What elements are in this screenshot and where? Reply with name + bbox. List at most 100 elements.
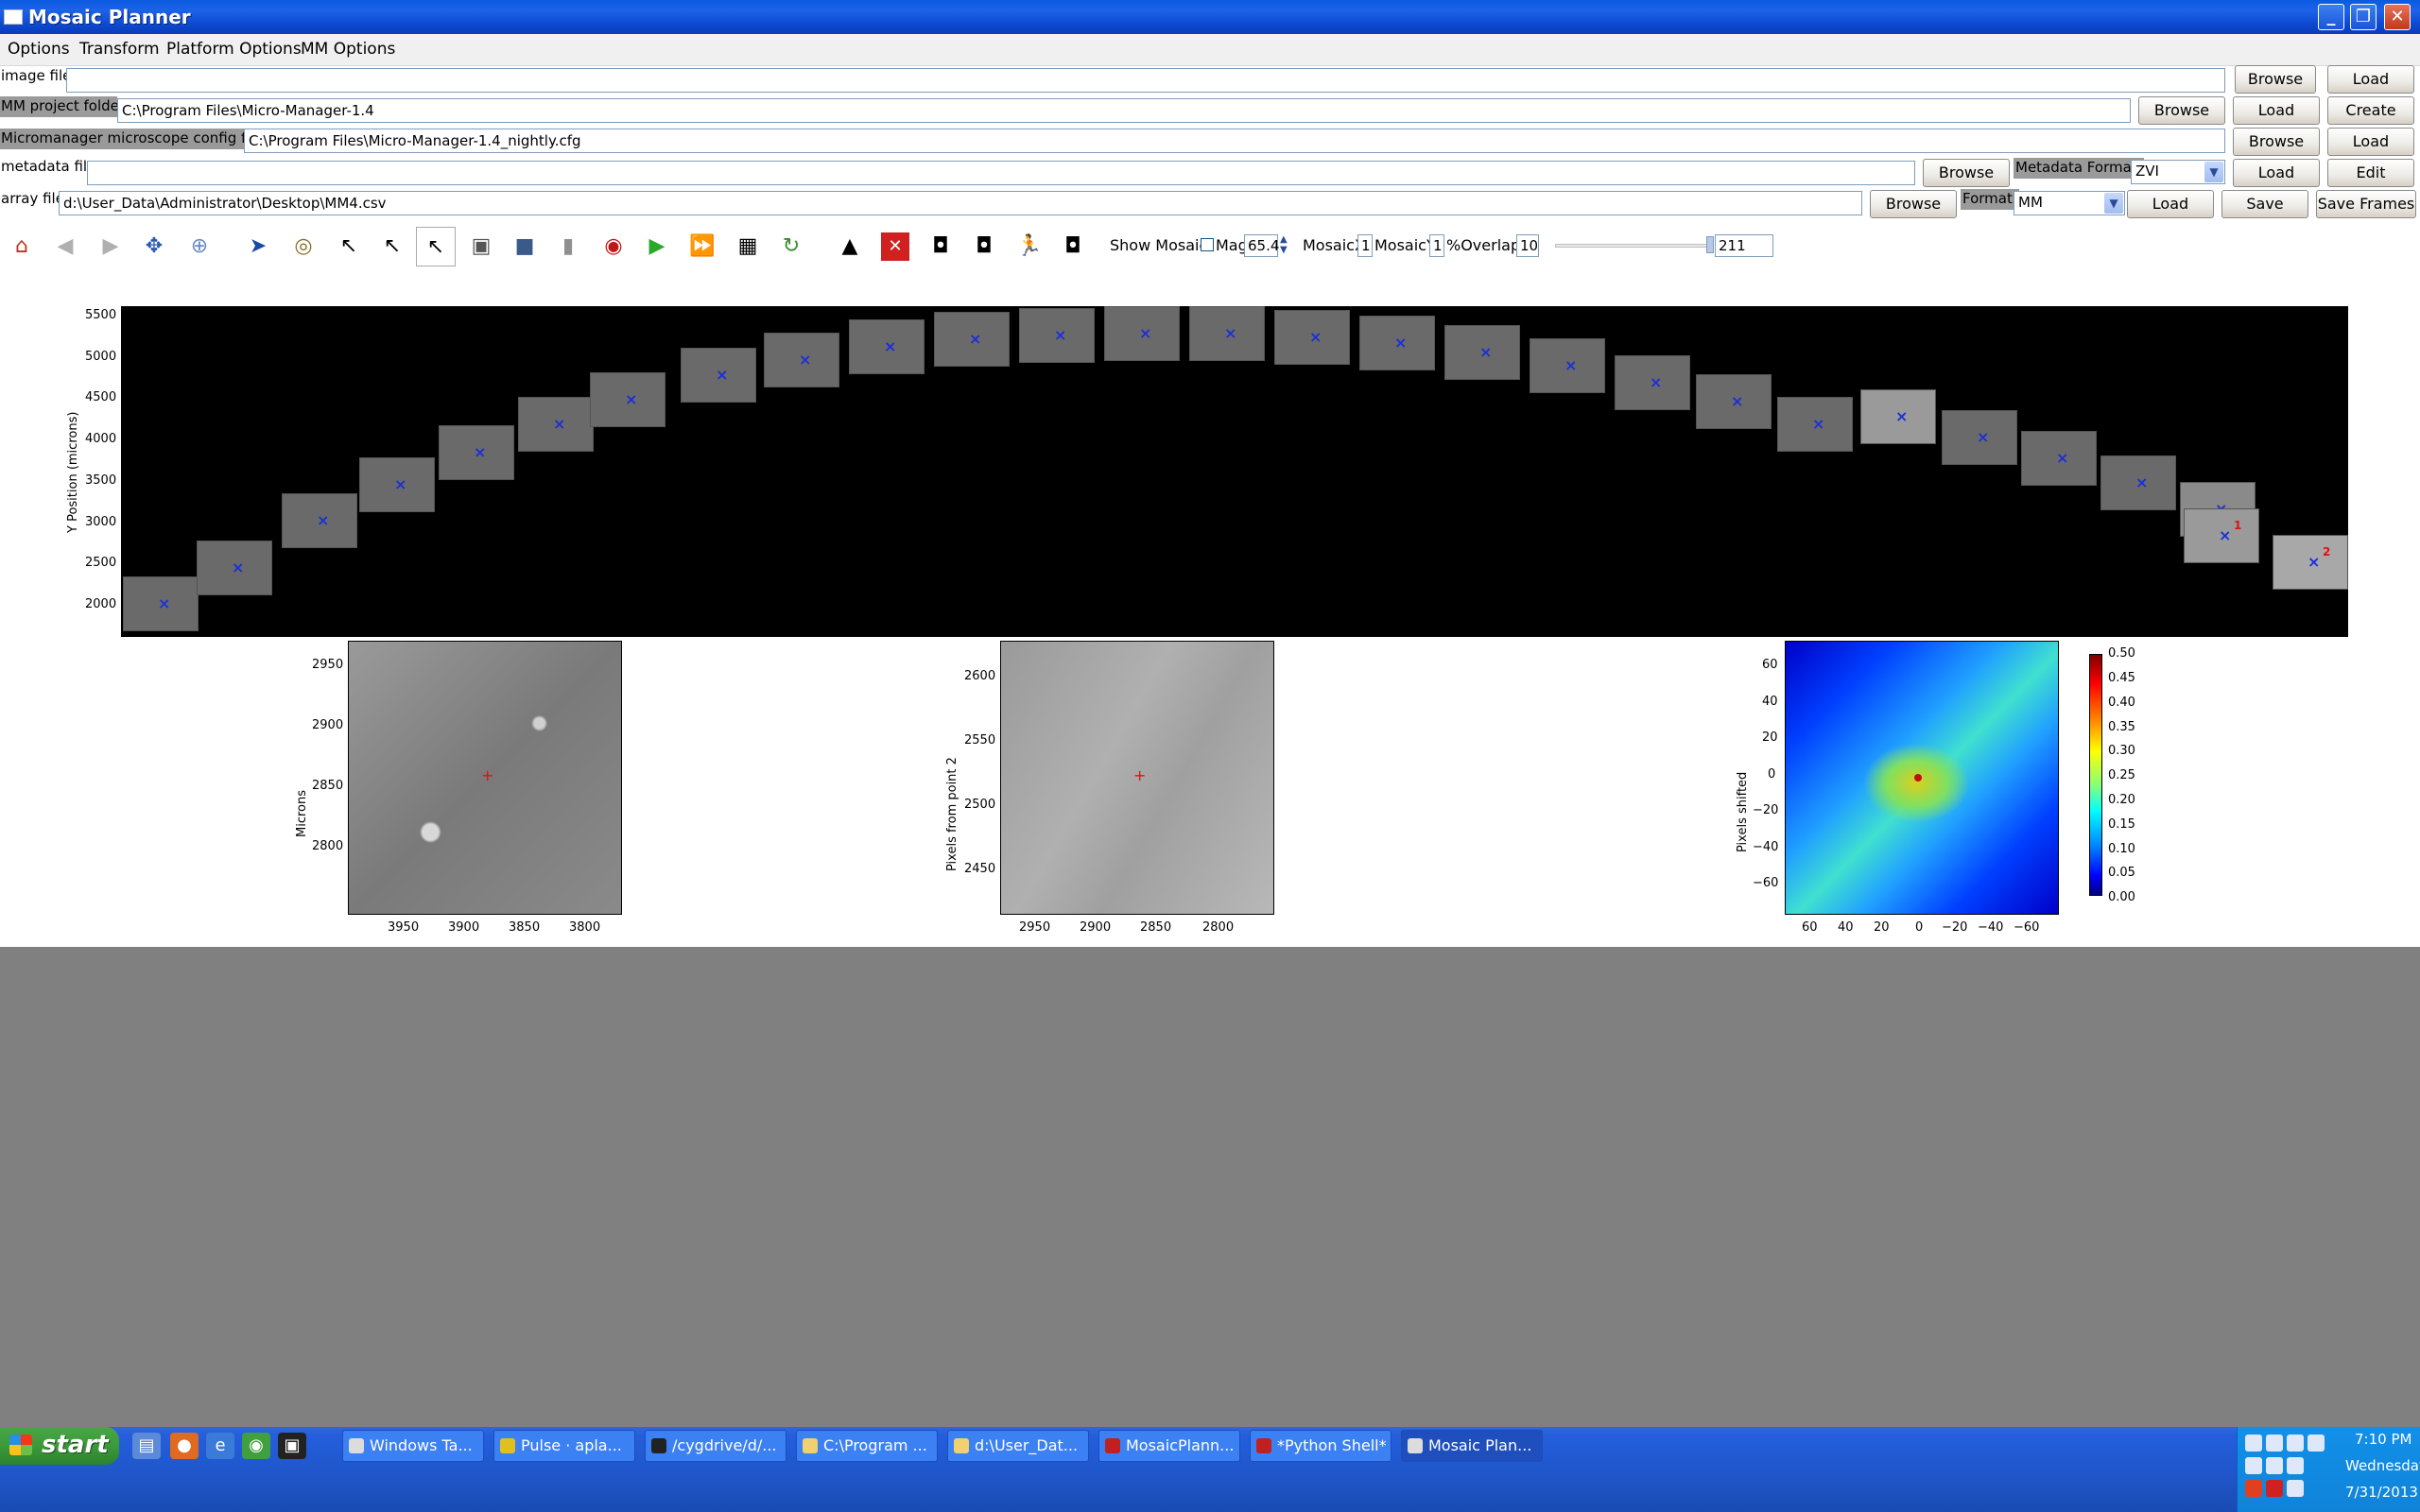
forward-icon[interactable]: ▶	[96, 232, 125, 261]
mosaic-tile[interactable]: ×	[681, 348, 756, 403]
minimize-button[interactable]: _	[2318, 4, 2344, 30]
mosaic-x-input[interactable]: 1	[1357, 234, 1373, 257]
frame-slider-track[interactable]	[1555, 244, 1712, 248]
fast-forward-icon[interactable]: ⏩	[688, 232, 717, 261]
config-file-field[interactable]: C:\Program Files\Micro-Manager-1.4_night…	[244, 129, 2225, 153]
mm-project-browse-button[interactable]: Browse	[2138, 96, 2225, 125]
array-format-select[interactable]: MM ▼	[2014, 191, 2125, 215]
mosaic-tile-point-1[interactable]: × 1	[2184, 508, 2259, 563]
image-icon[interactable]: ▲	[836, 232, 864, 261]
camera-2-icon[interactable]: ◘	[970, 232, 998, 261]
ie-icon[interactable]: e	[206, 1433, 234, 1459]
mosaic-tile[interactable]: ×	[1104, 306, 1180, 361]
lasso-icon[interactable]: ◎	[289, 232, 318, 261]
grid-icon[interactable]: ▦	[734, 232, 762, 261]
task-pulse[interactable]: Pulse · apla...	[493, 1430, 635, 1462]
overlap-input[interactable]: 10	[1516, 234, 1539, 257]
mosaic-tile[interactable]: ×	[1942, 410, 2017, 465]
task-cygdrive[interactable]: /cygdrive/d/...	[645, 1430, 786, 1462]
array-file-field[interactable]: d:\User_Data\Administrator\Desktop\MM4.c…	[59, 191, 1862, 215]
metadata-load-button[interactable]: Load	[2233, 159, 2320, 187]
metadata-browse-button[interactable]: Browse	[1923, 159, 2010, 187]
zoom-icon[interactable]: ⊕	[185, 232, 214, 261]
camera-1-icon[interactable]: ◘	[926, 232, 955, 261]
delete-x-icon[interactable]: ✕	[881, 232, 909, 261]
mosaic-tile[interactable]: ×	[1860, 389, 1936, 444]
mosaic-tile-point-2[interactable]: × 2	[2273, 535, 2348, 590]
close-button[interactable]: ✕	[2384, 4, 2411, 30]
mosaic-tile[interactable]: ×	[359, 457, 435, 512]
mosaic-tile[interactable]: ×	[1274, 310, 1350, 365]
camera-plus-icon[interactable]: ◘	[1059, 232, 1087, 261]
image-file-field[interactable]	[66, 68, 2225, 93]
image-browse-button[interactable]: Browse	[2235, 65, 2316, 94]
mosaic-tile[interactable]: ×	[282, 493, 357, 548]
mosaic-tile[interactable]: ×	[518, 397, 594, 452]
trash-icon[interactable]: ▮	[554, 232, 582, 261]
mosaic-tile[interactable]: ×	[2021, 431, 2097, 486]
mosaic-tile[interactable]: ×	[1777, 397, 1853, 452]
mosaic-tile[interactable]: ×	[439, 425, 514, 480]
mosaic-tile[interactable]: ×	[1444, 325, 1520, 380]
snap-icon[interactable]: ▣	[467, 232, 495, 261]
config-load-button[interactable]: Load	[2327, 128, 2414, 156]
volume-icon[interactable]	[2287, 1480, 2304, 1497]
mag-spinner-icon[interactable]: ▲ ▼	[1280, 234, 1288, 255]
pointer-icon[interactable]: ➤	[244, 232, 272, 261]
mosaic-tile[interactable]: ×	[849, 319, 925, 374]
ati-icon[interactable]	[2266, 1480, 2283, 1497]
select-single-icon[interactable]: ↖	[416, 227, 456, 266]
menu-platform-options[interactable]: Platform Options	[166, 40, 302, 59]
select-remove-icon[interactable]: ↖	[378, 232, 406, 261]
metadata-format-select[interactable]: ZVI ▼	[2131, 160, 2225, 184]
point2-image[interactable]: +	[1000, 641, 1274, 915]
menu-transform[interactable]: Transform	[79, 40, 160, 59]
mosaic-tile[interactable]: ×	[1019, 308, 1095, 363]
task-windows-task-manager[interactable]: Windows Ta...	[342, 1430, 484, 1462]
menu-mm-options[interactable]: MM Options	[301, 40, 395, 59]
frame-slider-thumb[interactable]	[1706, 236, 1714, 253]
select-add-icon[interactable]: ↖	[335, 232, 363, 261]
home-icon[interactable]: ⌂	[8, 232, 36, 261]
metadata-edit-button[interactable]: Edit	[2327, 159, 2414, 187]
mosaic-tile[interactable]: ×	[1615, 355, 1690, 410]
run-icon[interactable]: 🏃	[1015, 232, 1044, 261]
mosaic-tile[interactable]: ×	[590, 372, 666, 427]
mosaic-tile[interactable]: ×	[934, 312, 1010, 367]
task-program-files[interactable]: C:\Program ...	[796, 1430, 938, 1462]
config-browse-button[interactable]: Browse	[2233, 128, 2320, 156]
mm-project-create-button[interactable]: Create	[2327, 96, 2414, 125]
task-mosaicplanner-editor[interactable]: MosaicPlann...	[1098, 1430, 1240, 1462]
pan-icon[interactable]: ✥	[140, 232, 168, 261]
task-user-data[interactable]: d:\User_Dat...	[947, 1430, 1089, 1462]
tray-icon[interactable]	[2287, 1435, 2304, 1452]
image-load-button[interactable]: Load	[2327, 65, 2414, 94]
tray-icon[interactable]	[2266, 1435, 2283, 1452]
tray-icon[interactable]	[2245, 1435, 2262, 1452]
save-disk-icon[interactable]: ■	[510, 232, 539, 261]
mosaic-tile[interactable]: ×	[764, 333, 839, 387]
mosaic-tile[interactable]: ×	[197, 541, 272, 595]
mosaic-tile[interactable]: ×	[1696, 374, 1772, 429]
mosaic-tile[interactable]: ×	[1530, 338, 1605, 393]
mosaic-tile[interactable]: ×	[2100, 455, 2176, 510]
array-load-button[interactable]: Load	[2127, 190, 2214, 218]
mm-project-folder-field[interactable]: C:\Program Files\Micro-Manager-1.4	[117, 98, 2131, 123]
mosaic-tile[interactable]: ×	[1189, 306, 1265, 361]
firefox-icon[interactable]: ●	[170, 1433, 199, 1459]
tray-icon[interactable]	[2308, 1435, 2325, 1452]
tray-icon[interactable]	[2245, 1457, 2262, 1474]
maximize-button[interactable]: ❐	[2350, 4, 2377, 30]
mosaic-tile[interactable]: ×	[123, 576, 199, 631]
tray-icon[interactable]	[2266, 1457, 2283, 1474]
metadata-file-field[interactable]	[87, 161, 1915, 185]
mag-input[interactable]: 65.4	[1244, 234, 1279, 257]
menu-options[interactable]: Options	[8, 40, 70, 59]
show-mosaic-checkbox[interactable]	[1201, 238, 1214, 251]
task-python-shell[interactable]: *Python Shell*	[1250, 1430, 1392, 1462]
tray-icon[interactable]	[2245, 1480, 2262, 1497]
mosaic-tile[interactable]: ×	[1359, 316, 1435, 370]
array-browse-button[interactable]: Browse	[1870, 190, 1957, 218]
back-icon[interactable]: ◀	[51, 232, 79, 261]
task-mosaic-planner[interactable]: Mosaic Plan...	[1401, 1430, 1543, 1462]
